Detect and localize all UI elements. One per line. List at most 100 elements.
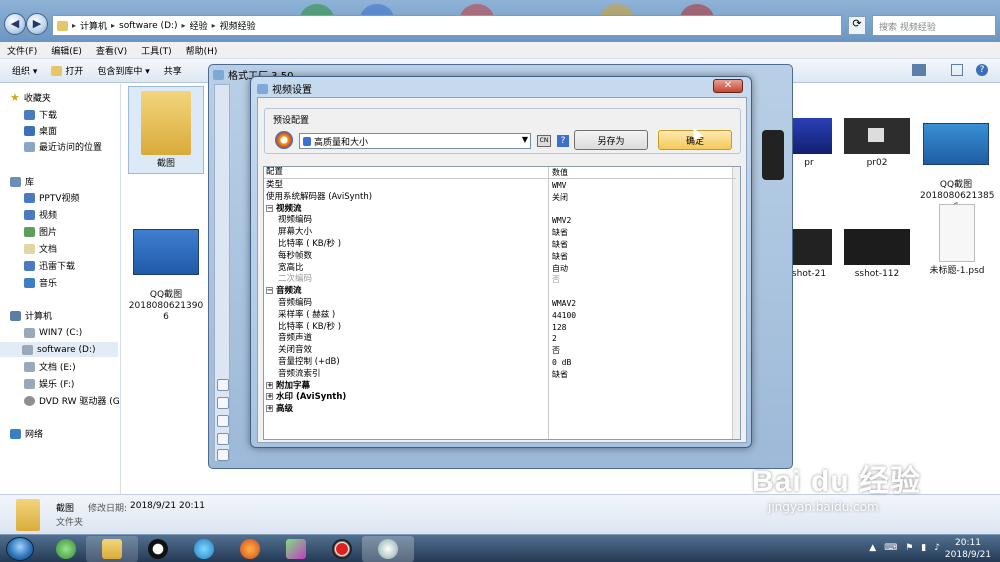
view-options-icon[interactable] bbox=[912, 64, 926, 76]
file-tile[interactable]: 未标题-1.psd bbox=[922, 204, 992, 277]
breadcrumb-item[interactable]: 经验 bbox=[190, 19, 208, 32]
back-button[interactable]: ◀ bbox=[4, 13, 26, 35]
nav-item-videos[interactable]: 视频 bbox=[24, 207, 57, 222]
grid-row[interactable]: 类型 WMV bbox=[264, 180, 736, 192]
start-button[interactable] bbox=[6, 537, 34, 561]
grid-row[interactable]: 比特率 ( KB/秒 ) 128 bbox=[264, 322, 736, 334]
grid-section-row[interactable]: + 水印 (AviSynth) bbox=[264, 392, 736, 404]
grid-row[interactable]: 采样率 ( 赫兹 ) 44100 bbox=[264, 310, 736, 322]
grid-section-row[interactable]: + 附加字幕 bbox=[264, 381, 736, 393]
grid-row[interactable]: 二次编码 否 bbox=[264, 274, 736, 286]
file-tile[interactable]: sshot-112 bbox=[842, 229, 912, 280]
keyboard-icon[interactable]: ⌨ bbox=[884, 543, 897, 553]
grid-row[interactable]: 音量控制 (+dB) 0 dB bbox=[264, 357, 736, 369]
tray-arrow-icon[interactable]: ▲ bbox=[869, 543, 876, 553]
tools-icon[interactable] bbox=[217, 433, 229, 445]
grid-row-value[interactable]: WMAV2 bbox=[552, 298, 576, 310]
nav-item-desktop[interactable]: 桌面 bbox=[24, 123, 57, 138]
taskbar-app[interactable] bbox=[132, 536, 184, 562]
taskbar-format-factory[interactable] bbox=[362, 536, 414, 562]
file-tile[interactable]: 截图 bbox=[128, 86, 204, 174]
grid-row-value[interactable]: 缺省 bbox=[552, 369, 568, 381]
grid-row-value[interactable]: 缺省 bbox=[552, 251, 568, 263]
search-input[interactable]: 搜索 视频经验 bbox=[872, 15, 996, 36]
clock[interactable]: 20:11 2018/9/21 bbox=[942, 537, 994, 561]
nav-computer[interactable]: 计算机 bbox=[10, 308, 52, 323]
collapse-icon[interactable]: − bbox=[266, 204, 273, 212]
collapse-icon[interactable]: − bbox=[266, 287, 273, 295]
nav-item-music[interactable]: 音乐 bbox=[24, 275, 57, 290]
file-tile[interactable]: QQ截图 2018080621390 6 bbox=[128, 218, 204, 334]
expand-icon[interactable]: + bbox=[266, 405, 273, 413]
taskbar-app[interactable] bbox=[178, 536, 230, 562]
grid-row[interactable]: 音频声道 2 bbox=[264, 333, 736, 345]
grid-row-value[interactable]: 否 bbox=[552, 274, 560, 286]
taskbar-app[interactable] bbox=[270, 536, 322, 562]
nav-favorites[interactable]: ★ 收藏夹 bbox=[10, 90, 51, 105]
nav-item-pictures[interactable]: 图片 bbox=[24, 224, 57, 239]
taskbar-explorer[interactable] bbox=[86, 536, 138, 562]
preview-pane-icon[interactable] bbox=[951, 64, 963, 76]
grid-row-value[interactable]: 自动 bbox=[552, 263, 568, 275]
grid-row-value[interactable]: 0 dB bbox=[552, 357, 571, 369]
image-icon[interactable] bbox=[217, 397, 229, 409]
grid-row-value[interactable]: 缺省 bbox=[552, 227, 568, 239]
include-library-button[interactable]: 包含到库中 ▾ bbox=[97, 64, 149, 77]
help-icon[interactable]: ? bbox=[976, 64, 988, 76]
grid-row[interactable]: 音频流索引 缺省 bbox=[264, 369, 736, 381]
grid-row-value[interactable]: 缺省 bbox=[552, 239, 568, 251]
grid-row-value[interactable]: 关闭 bbox=[552, 192, 568, 204]
grid-row[interactable]: 视频编码 WMV2 bbox=[264, 215, 736, 227]
grid-row-value[interactable]: WMV2 bbox=[552, 215, 571, 227]
share-button[interactable]: 共享 bbox=[164, 64, 182, 77]
close-button[interactable]: ✕ bbox=[713, 79, 743, 93]
expand-icon[interactable]: + bbox=[266, 393, 273, 401]
grid-row[interactable]: 每秒帧数 缺省 bbox=[264, 251, 736, 263]
preset-select[interactable]: 高质量和大小 ▼ bbox=[299, 133, 531, 149]
grid-row[interactable]: 宽高比 自动 bbox=[264, 263, 736, 275]
nav-network[interactable]: 网络 bbox=[10, 426, 43, 441]
taskbar-app[interactable] bbox=[316, 536, 368, 562]
save-as-button[interactable]: 另存为 bbox=[574, 130, 648, 150]
grid-row[interactable]: 关闭音效 否 bbox=[264, 345, 736, 357]
volume-icon[interactable]: ♪ bbox=[934, 543, 940, 553]
refresh-icon[interactable]: ⟳ bbox=[848, 16, 866, 35]
nav-libraries[interactable]: 库 bbox=[10, 174, 34, 189]
grid-row-value[interactable]: WMV bbox=[552, 180, 566, 192]
grid-row[interactable]: 音频编码 WMAV2 bbox=[264, 298, 736, 310]
expand-icon[interactable]: + bbox=[266, 381, 273, 389]
breadcrumb-item[interactable]: 计算机 bbox=[80, 19, 107, 32]
breadcrumb-item[interactable]: 视频经验 bbox=[220, 19, 256, 32]
menu-edit[interactable]: 编辑(E) bbox=[51, 44, 82, 57]
address-bar[interactable]: ▸ 计算机 ▸ software (D:) ▸ 经验 ▸ 视频经验 bbox=[52, 15, 842, 36]
audio-icon[interactable] bbox=[217, 379, 229, 391]
menu-file[interactable]: 文件(F) bbox=[7, 44, 37, 57]
grid-section-row[interactable]: − 音频流 bbox=[264, 286, 736, 298]
grid-row-value[interactable]: 否 bbox=[552, 345, 560, 357]
nav-item-documents[interactable]: 文档 bbox=[24, 241, 57, 256]
grid-row[interactable]: 使用系统解码器 (AviSynth) 关闭 bbox=[264, 192, 736, 204]
menu-view[interactable]: 查看(V) bbox=[96, 44, 127, 57]
nav-item-thunder[interactable]: 迅雷下载 bbox=[24, 258, 75, 273]
grid-row-value[interactable]: 128 bbox=[552, 322, 566, 334]
nav-drive-c[interactable]: WIN7 (C:) bbox=[24, 325, 82, 340]
network-icon[interactable]: ▮ bbox=[921, 543, 926, 553]
help-button[interactable]: ? bbox=[557, 135, 569, 147]
taskbar-app[interactable] bbox=[224, 536, 276, 562]
nav-drive-f[interactable]: 娱乐 (F:) bbox=[24, 376, 74, 391]
nav-drive-d[interactable]: software (D:) bbox=[0, 342, 118, 357]
menu-tools[interactable]: 工具(T) bbox=[141, 44, 172, 57]
taskbar-app[interactable] bbox=[40, 536, 92, 562]
nav-item-recent[interactable]: 最近访问的位置 bbox=[24, 139, 102, 154]
grid-section-row[interactable]: + 高级 bbox=[264, 404, 736, 416]
grid-row-value[interactable]: 44100 bbox=[552, 310, 576, 322]
organize-button[interactable]: 组织 ▾ bbox=[12, 64, 37, 77]
rom-icon[interactable] bbox=[217, 415, 229, 427]
forward-button[interactable]: ▶ bbox=[26, 13, 48, 35]
nav-drive-e[interactable]: 文档 (E:) bbox=[24, 359, 76, 374]
edit-preset-icon[interactable]: CN bbox=[537, 135, 551, 147]
flag-icon[interactable]: ⚑ bbox=[905, 543, 913, 553]
grid-row-value[interactable]: 2 bbox=[552, 333, 557, 345]
nav-drive-g[interactable]: DVD RW 驱动器 (G bbox=[24, 393, 120, 408]
grid-row[interactable]: 比特率 ( KB/秒 ) 缺省 bbox=[264, 239, 736, 251]
